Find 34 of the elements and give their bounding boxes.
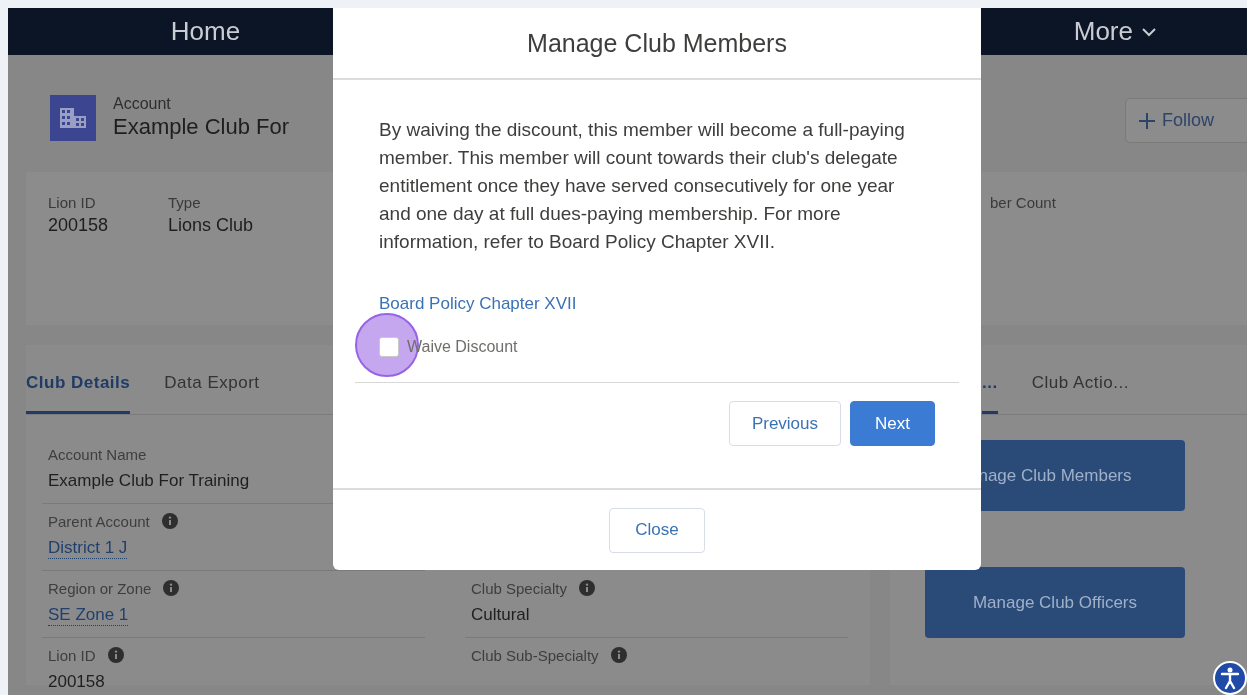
field-label: Parent Account (48, 512, 150, 530)
field-link[interactable]: SE Zone 1 (48, 605, 129, 626)
message-text: By waiving the discount, this member will become a full-paying member. This member will count towards their club's delegate entitlement once they have served consecutively for one year and one day at full dues-paying membership. For more information, refer to Board Policy Chapter XVII. (379, 118, 906, 254)
field-value: Lions Club (168, 215, 254, 236)
checkbox[interactable] (379, 337, 399, 357)
field-label: Account Name (48, 445, 147, 463)
modal-title: Manage Club Members (527, 28, 787, 58)
field-label: Region or Zone (48, 579, 152, 597)
field-value: Cultural (471, 605, 530, 625)
action-button[interactable]: Manage Club Officers (925, 567, 1185, 638)
field-label: Lion ID (48, 194, 96, 211)
field-label: Club Specialty (471, 579, 567, 597)
follow-button[interactable]: Follow (1125, 98, 1247, 143)
building-icon (50, 95, 96, 141)
previous-button[interactable]: Previous (728, 401, 842, 446)
field-label: Club Sub-Specialty (471, 646, 599, 664)
record-type: Account (113, 95, 172, 113)
tab[interactable]: Club Actio... (1031, 345, 1129, 414)
plus-icon (1138, 111, 1156, 130)
policy-link[interactable]: Board Policy Chapter XVII (379, 294, 577, 314)
field-value: 200158 (48, 215, 109, 236)
record-title: Example Club For (113, 113, 290, 141)
next-button[interactable]: Next (850, 401, 935, 446)
field-label: Lion ID (48, 646, 96, 664)
field-value: 200158 (48, 672, 105, 692)
field-label: ber Count (990, 194, 1056, 211)
field-label: Type (168, 194, 201, 211)
nav-item[interactable]: More (1073, 16, 1157, 47)
tab[interactable]: Data Export (164, 345, 260, 414)
close-button[interactable]: Close (609, 507, 705, 553)
field-link[interactable]: District 1 J (48, 538, 128, 559)
accessibility-icon[interactable] (1213, 661, 1247, 695)
field-value: Example Club For Training (48, 471, 250, 491)
tab[interactable]: Club Details (26, 345, 131, 414)
